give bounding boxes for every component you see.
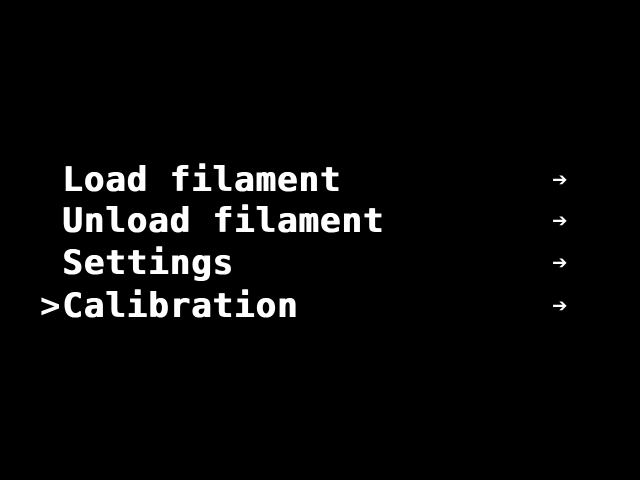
submenu-arrow-icon: ➔	[552, 291, 568, 321]
menu-item-label: Load filament	[62, 160, 342, 200]
menu-item-settings[interactable]: Settings ➔	[0, 243, 640, 283]
lcd-screen: Load filament ➔ Unload filament ➔ Settin…	[0, 0, 640, 480]
menu-item-label: Settings	[62, 243, 234, 283]
menu-item-label: Unload filament	[62, 201, 385, 241]
submenu-arrow-icon: ➔	[552, 165, 568, 195]
menu-item-load-filament[interactable]: Load filament ➔	[0, 160, 640, 200]
submenu-arrow-icon: ➔	[552, 206, 568, 236]
menu-item-unload-filament[interactable]: Unload filament ➔	[0, 201, 640, 241]
selection-cursor: >	[40, 286, 61, 326]
menu-item-calibration[interactable]: > Calibration ➔	[0, 286, 640, 326]
submenu-arrow-icon: ➔	[552, 248, 568, 278]
menu-item-label: Calibration	[62, 286, 299, 326]
